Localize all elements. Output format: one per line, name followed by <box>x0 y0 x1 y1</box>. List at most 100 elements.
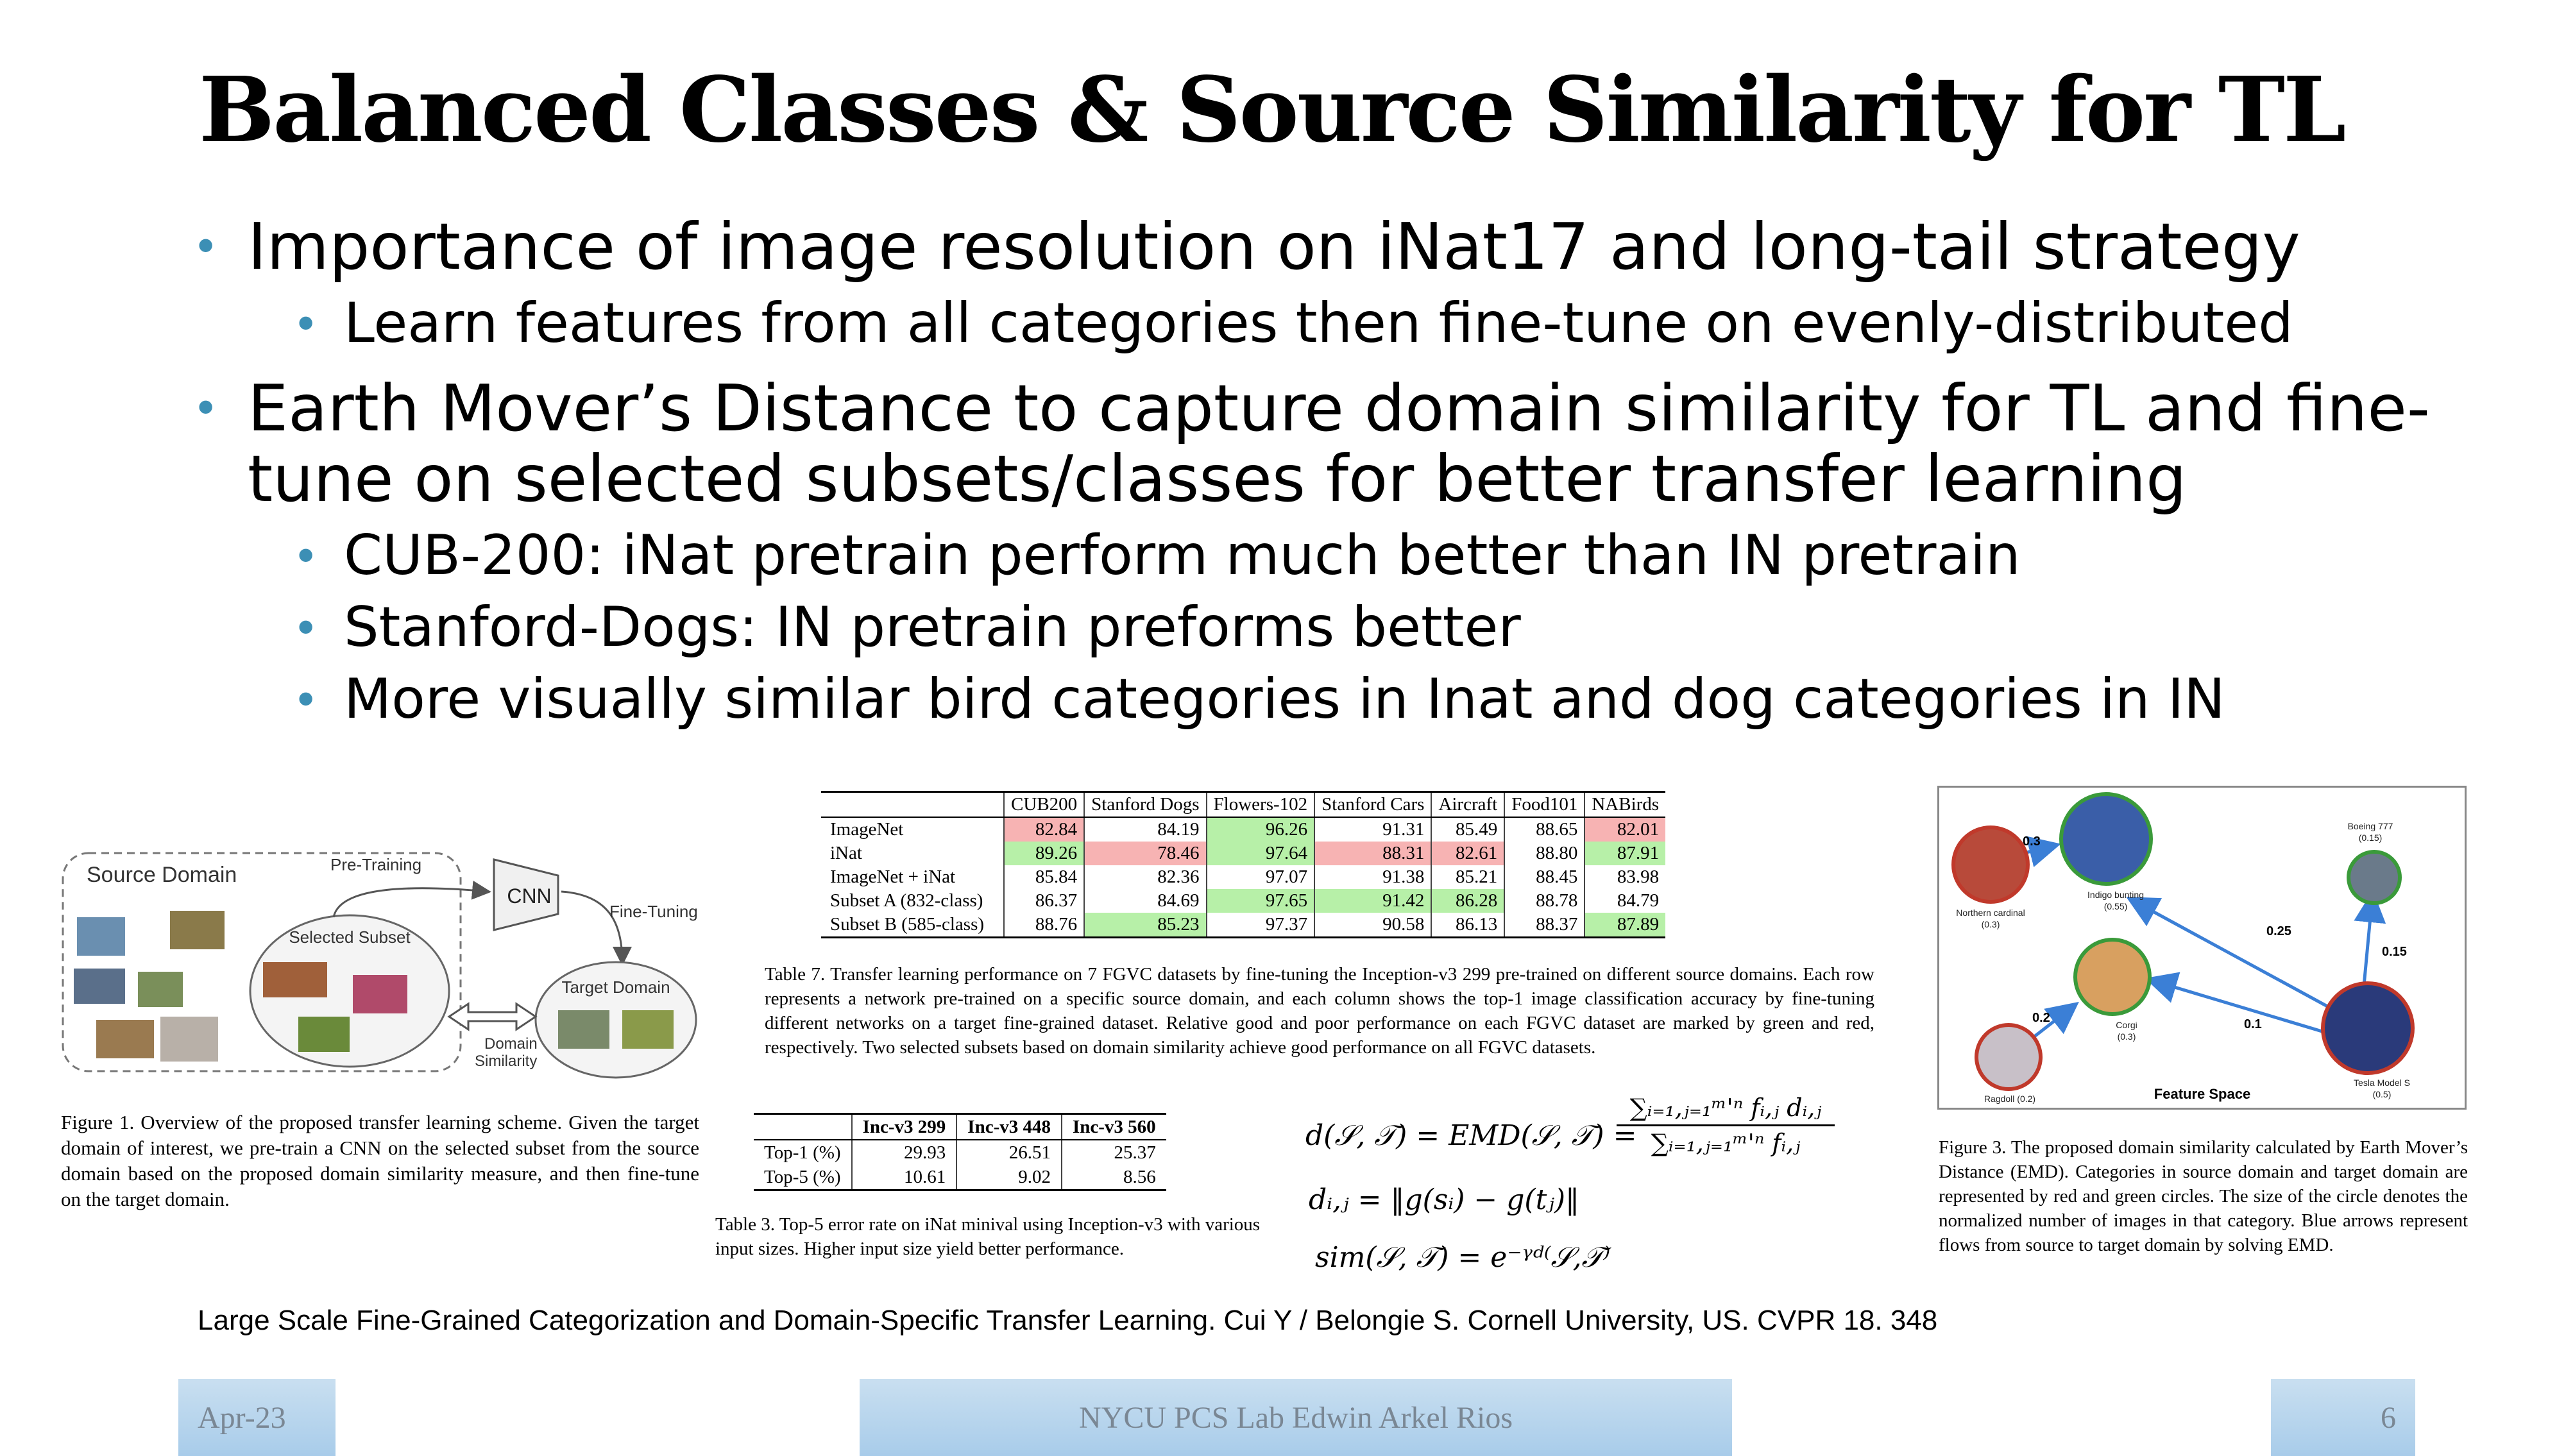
table7-grid: CUB200 Stanford Dogs Flowers-102 Stanford C… <box>821 791 1666 938</box>
flow-label: 0.1 <box>2244 1017 2262 1031</box>
table7-caption: Table 7. Transfer learning performance o… <box>765 964 1874 1058</box>
bullet-icon: • <box>293 530 319 583</box>
figure3-caption: Figure 3. The proposed domain similarity… <box>1939 1137 2468 1255</box>
node-tesla <box>2321 981 2415 1075</box>
target-image-tile <box>558 1010 609 1049</box>
flow-arrow <box>2126 897 2351 1020</box>
cnn-label: CNN <box>507 885 551 908</box>
finetuning-label: Fine-Tuning <box>609 902 698 921</box>
node-label: Tesla Model S <box>2354 1078 2410 1088</box>
table3-header-cell: Inc-v3 448 <box>956 1113 1062 1140</box>
table7-cell: 91.31 <box>1314 817 1432 842</box>
subset-image-tile <box>298 1017 350 1052</box>
sub-bullet-item: • CUB-200: iNat pretrain perform much be… <box>192 520 2438 591</box>
equation-similarity: sim(𝒮, 𝒯) = e⁻ᵞᵈ⁽𝒮,𝒯⁾ <box>1315 1241 1611 1274</box>
target-domain-label: Target Domain <box>561 978 670 997</box>
table7-cell: 84.79 <box>1584 889 1666 913</box>
bullet-icon: • <box>293 298 319 351</box>
footer-center: NYCU PCS Lab Edwin Arkel Rios <box>860 1379 1732 1456</box>
sub-bullet-item: • Learn features from all categories the… <box>192 287 2438 359</box>
sub-bullet-item: • Stanford-Dogs: IN pretrain preforms be… <box>192 591 2438 663</box>
table7-header-cell: Food101 <box>1504 791 1585 818</box>
node-northern-cardinal <box>1951 825 2030 904</box>
node-label: Indigo bunting <box>2087 890 2144 900</box>
table3-caption: Table 3. Top-5 error rate on iNat miniva… <box>715 1214 1261 1259</box>
table7-row-label: ImageNet + iNat <box>830 867 956 887</box>
table7-cell: 86.13 <box>1431 913 1505 938</box>
table7-cell: 86.37 <box>1003 889 1085 913</box>
table3-grid: Inc-v3 299 Inc-v3 448 Inc-v3 560 Top-1 (%) 2… <box>754 1113 1166 1191</box>
table7-cell: 85.84 <box>1003 865 1085 889</box>
domain-similarity-arrow <box>447 1002 538 1031</box>
table7-cell: 78.46 <box>1083 842 1207 865</box>
bullet-icon: • <box>192 382 219 435</box>
table7-cell: 87.91 <box>1584 842 1666 865</box>
flow-label: 0.2 <box>2032 1011 2050 1025</box>
table7-cell: 90.58 <box>1314 913 1432 938</box>
flow-label: 0.25 <box>2266 924 2291 938</box>
figure1-diagram: Source Domain Pre-Training Selected Subs… <box>58 834 706 1090</box>
node-value: (0.15) <box>2359 833 2383 843</box>
table7-cell: 82.01 <box>1584 817 1666 842</box>
table7-cell: 85.23 <box>1083 913 1207 938</box>
pretraining-label: Pre-Training <box>330 855 421 874</box>
figure3-diagram: 0.3 0.25 0.15 0.2 0.1 Northern cardinal … <box>1937 786 2467 1110</box>
source-domain-label: Source Domain <box>87 863 237 887</box>
equation-left: d(𝒮, 𝒯) = EMD(𝒮, 𝒯) = <box>1305 1119 1637 1152</box>
table7-cell: 83.98 <box>1584 865 1666 889</box>
table7-header-cell: NABirds <box>1584 791 1666 818</box>
node-value: (0.3) <box>1982 919 2000 929</box>
table3-row: Top-5 (%) 10.61 9.02 8.56 <box>754 1165 1166 1191</box>
equation-emd: d(𝒮, 𝒯) = EMD(𝒮, 𝒯) = <box>1305 1119 1636 1152</box>
table7-row-label: iNat <box>830 843 862 863</box>
table7-cell: 91.42 <box>1314 889 1432 913</box>
bullet-item: • Importance of image resolution on iNat… <box>192 212 2438 282</box>
target-image-tile <box>622 1010 674 1049</box>
source-image-tile <box>77 917 125 956</box>
sub-bullet-text: Stanford-Dogs: IN pretrain preforms bett… <box>344 595 1521 659</box>
bullet-list: • Importance of image resolution on iNat… <box>192 212 2438 735</box>
table3-cell: 8.56 <box>1060 1165 1166 1191</box>
node-value: (0.3) <box>2118 1031 2136 1042</box>
table7-cell: 97.64 <box>1205 842 1315 865</box>
table7-cell: 88.76 <box>1003 913 1085 938</box>
table3-row: Top-1 (%) 29.93 26.51 25.37 <box>754 1140 1166 1165</box>
table7-header-cell: Stanford Cars <box>1314 791 1432 818</box>
bullet-icon: • <box>192 221 219 273</box>
table7-cell: 85.21 <box>1431 865 1505 889</box>
bullet-item: • Earth Mover’s Distance to capture doma… <box>192 373 2438 514</box>
table7-row-label: Subset A (832-class) <box>830 890 983 911</box>
table3-header-cell: Inc-v3 560 <box>1060 1113 1166 1140</box>
table7-cell: 87.89 <box>1584 913 1666 938</box>
table7-cell: 88.31 <box>1314 842 1432 865</box>
table7-row-label: ImageNet <box>830 819 904 840</box>
subset-image-tile <box>353 975 407 1013</box>
table3: Inc-v3 299 Inc-v3 448 Inc-v3 560 Top-1 (%) 2… <box>754 1113 1166 1191</box>
bullet-icon: • <box>293 602 319 655</box>
pretraining-arrow <box>332 880 491 918</box>
domain-similarity-label: Similarity <box>475 1053 537 1070</box>
bullet-icon: • <box>293 674 319 727</box>
table3-cell: 9.02 <box>956 1165 1062 1191</box>
source-image-tile <box>160 1017 218 1062</box>
node-label: Boeing 777 <box>2348 821 2393 831</box>
table7-cell: 84.19 <box>1083 817 1207 842</box>
table7-cell: 82.36 <box>1083 865 1207 889</box>
table7-cell: 88.37 <box>1504 913 1585 938</box>
table7-cell: 89.26 <box>1003 842 1085 865</box>
node-ragdoll <box>1975 1023 2043 1091</box>
table7-header-cell: Stanford Dogs <box>1083 791 1207 818</box>
footer-date-text: Apr-23 <box>198 1400 286 1435</box>
footer-date: Apr-23 <box>178 1379 336 1456</box>
table7-cell: 97.07 <box>1205 865 1315 889</box>
sub-bullet-item: • More visually similar bird categories … <box>192 663 2438 735</box>
figure1-caption: Figure 1. Overview of the proposed trans… <box>61 1111 699 1210</box>
table7-cell: 96.26 <box>1205 817 1315 842</box>
table7-row: iNat 89.26 78.46 97.64 88.31 82.61 88.80 87.91 <box>821 842 1666 865</box>
feature-space-label: Feature Space <box>2154 1086 2250 1102</box>
equation-distance: dᵢ,ⱼ = ‖g(sᵢ) − g(tⱼ)‖ <box>1309 1183 1580 1216</box>
reference-text: Large Scale Fine-Grained Categorization … <box>198 1305 1938 1336</box>
node-label: Ragdoll (0.2) <box>1984 1094 2035 1104</box>
table3-cell: 26.51 <box>956 1140 1062 1165</box>
table3-row-label: Top-5 (%) <box>754 1165 852 1191</box>
